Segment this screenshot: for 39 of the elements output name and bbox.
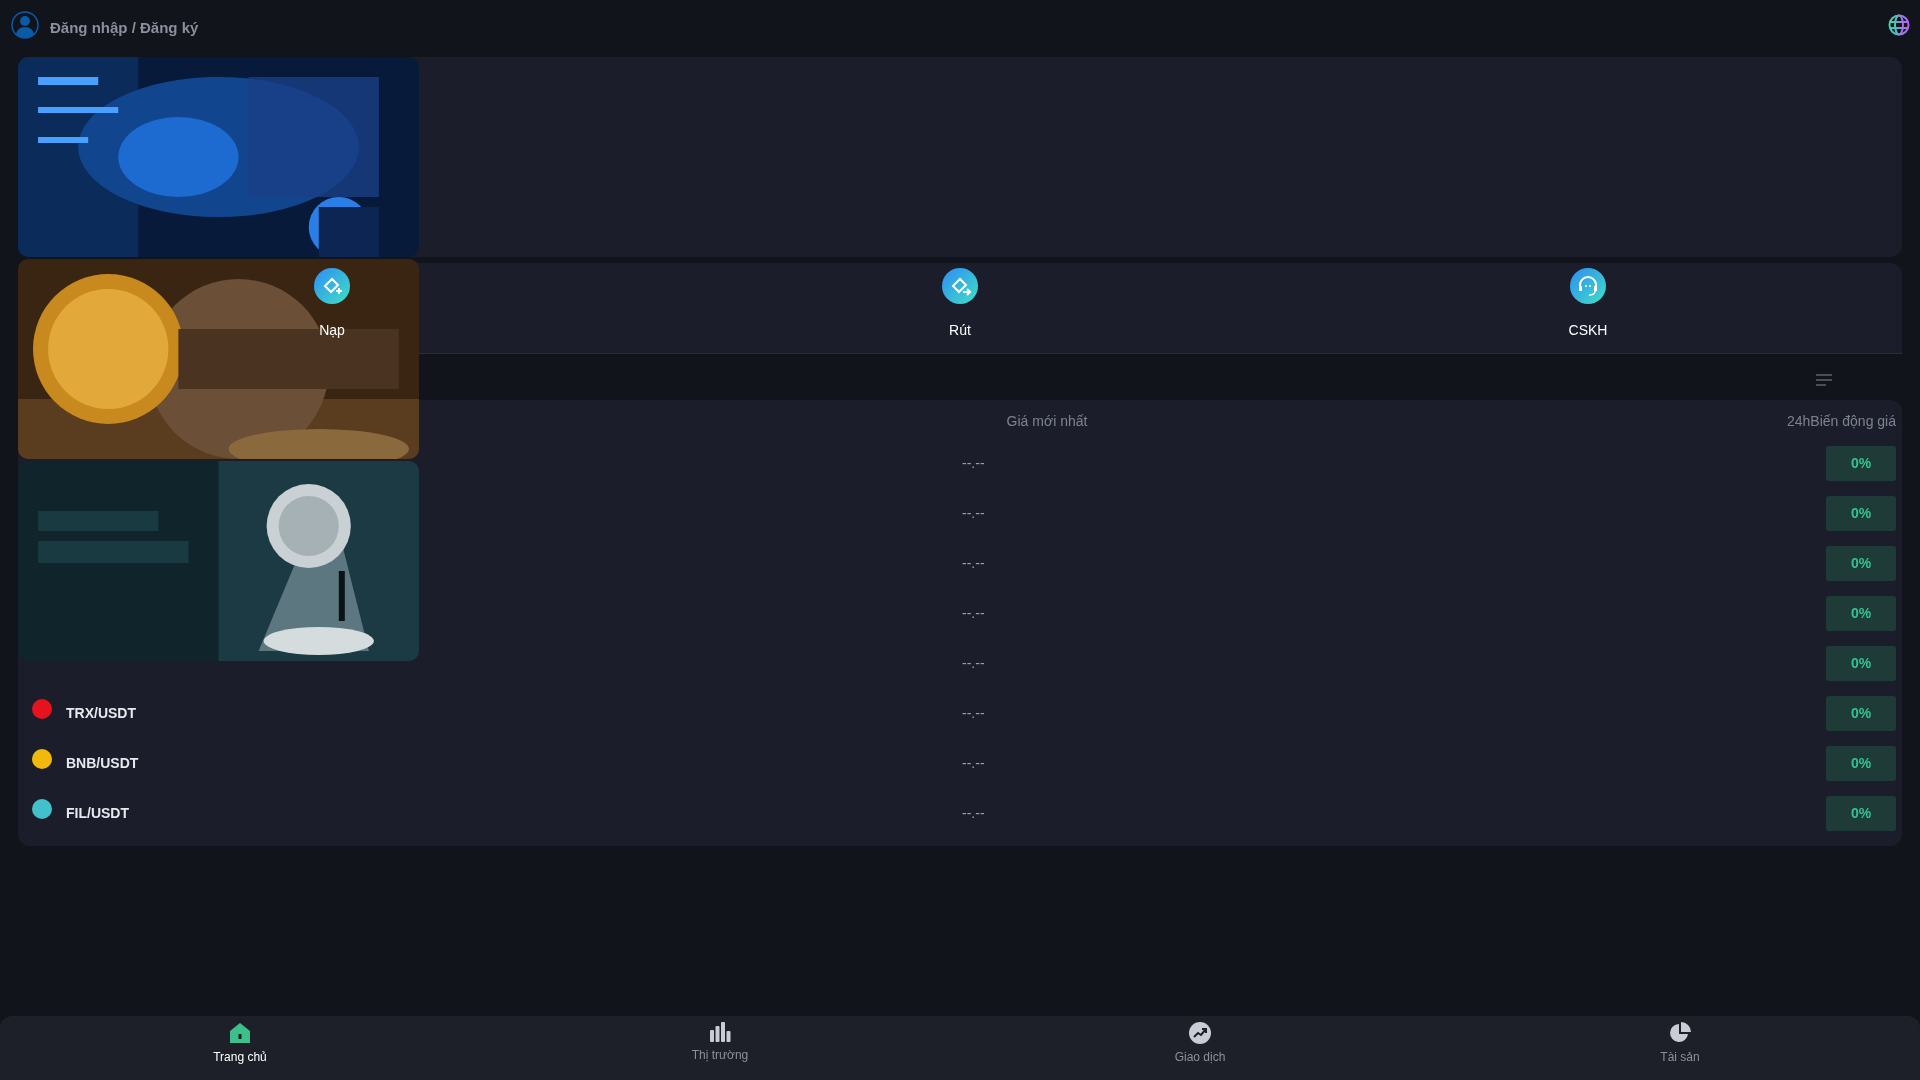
price-text: --.-- — [962, 455, 985, 471]
withdraw-button[interactable]: Rút — [646, 263, 1274, 353]
withdraw-icon — [942, 268, 978, 304]
deposit-icon — [314, 268, 350, 304]
price-text: --.-- — [962, 505, 985, 521]
pair-name: TRX/USDT — [66, 705, 136, 721]
column-header: Giá mới nhất — [1005, 413, 1089, 429]
support-button[interactable]: CSKH — [1274, 263, 1902, 353]
pair-name: BNB/USDT — [66, 755, 139, 771]
change-badge: 0% — [1826, 745, 1896, 781]
nav-tab[interactable]: Giao dịch — [960, 1016, 1440, 1080]
change-badge: 0% — [1826, 795, 1896, 831]
pie-chart-icon — [1669, 1022, 1691, 1044]
deposit-button[interactable]: Nạp — [18, 263, 646, 353]
bar-chart-icon — [709, 1022, 731, 1042]
login-link[interactable]: Đăng nhập / Đăng ký — [50, 18, 199, 36]
avatar-icon[interactable] — [10, 10, 40, 40]
pair-name: FIL/USDT — [66, 805, 129, 821]
price-text: --.-- — [962, 555, 985, 571]
change-badge: 0% — [1826, 595, 1896, 631]
change-badge: 0% — [1826, 545, 1896, 581]
column-header: 24hBiến động giá — [1787, 413, 1896, 429]
price-text: --.-- — [962, 605, 985, 621]
nav-tab[interactable]: Trang chủ — [0, 1016, 480, 1080]
nav-tab[interactable]: Thị trường — [480, 1016, 960, 1080]
change-badge: 0% — [1826, 495, 1896, 531]
nav-tab[interactable]: Tài sản — [1440, 1016, 1920, 1080]
headset-icon — [1570, 268, 1606, 304]
globe-icon[interactable] — [1888, 14, 1910, 36]
home-icon — [229, 1022, 251, 1044]
menu-icon[interactable] — [1816, 374, 1832, 386]
trend-icon — [1189, 1022, 1211, 1044]
change-badge: 0% — [1826, 695, 1896, 731]
change-badge: 0% — [1826, 645, 1896, 681]
change-badge: 0% — [1826, 445, 1896, 481]
price-text: --.-- — [962, 805, 985, 821]
price-text: --.-- — [962, 655, 985, 671]
price-text: --.-- — [962, 705, 985, 721]
price-text: --.-- — [962, 755, 985, 771]
